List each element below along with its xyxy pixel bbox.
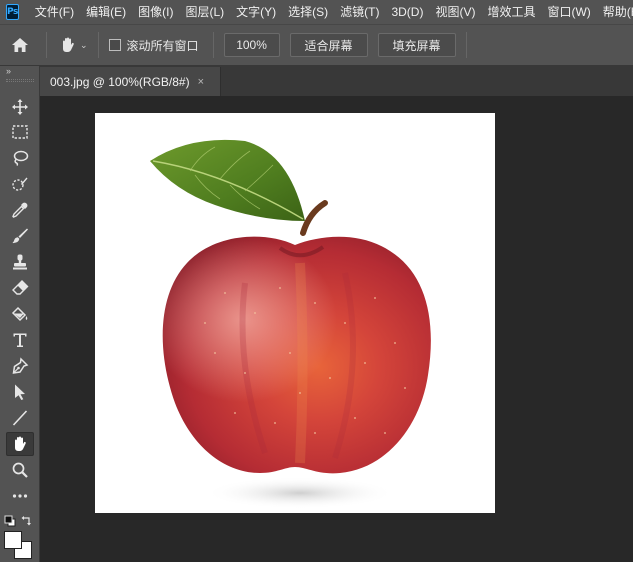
zoom-100-button[interactable]: 100% (223, 33, 280, 57)
rectangular-marquee-icon (12, 125, 28, 139)
home-icon (12, 38, 28, 52)
options-separator (465, 32, 467, 58)
move-tool[interactable] (6, 95, 34, 119)
text-tool[interactable] (6, 328, 34, 352)
path-selection-tool[interactable] (6, 380, 34, 404)
brush-tool[interactable] (6, 224, 34, 248)
menu-filter[interactable]: 滤镜(T) (334, 0, 385, 24)
menu-edit[interactable]: 编辑(E) (80, 0, 132, 24)
arrow-pointer-icon (15, 384, 25, 400)
menu-view[interactable]: 视图(V) (429, 0, 481, 24)
menu-file[interactable]: 文件(F) (29, 0, 80, 24)
checkbox-box[interactable] (108, 39, 121, 51)
panel-grip[interactable] (6, 79, 34, 82)
scroll-all-windows-label: 滚动所有窗口 (126, 38, 199, 53)
menu-help[interactable]: 帮助(H) (597, 0, 633, 24)
home-button[interactable] (0, 25, 40, 65)
menu-3d[interactable]: 3D(D) (385, 0, 429, 24)
more-icon (12, 494, 28, 498)
pen-tool[interactable] (6, 354, 34, 378)
eraser-icon (12, 280, 29, 295)
menu-layer[interactable]: 图层(L) (179, 0, 230, 24)
move-icon (12, 99, 28, 115)
tool-preset-picker[interactable]: ⌄ (53, 36, 92, 54)
menu-image[interactable]: 图像(I) (132, 0, 179, 24)
menu-bar: Ps 文件(F) 编辑(E) 图像(I) 图层(L) 文字(Y) 选择(S) 滤… (0, 0, 633, 24)
fill-screen-button[interactable]: 填充屏幕 (377, 33, 456, 57)
photoshop-logo-icon[interactable]: Ps (6, 4, 19, 20)
tools-panel: ›› (0, 66, 40, 562)
close-icon[interactable]: × (198, 76, 204, 88)
collapse-panel-icon[interactable]: ›› (6, 66, 11, 76)
document-tab-label: 003.jpg @ 100%(RGB/8#) (50, 74, 190, 89)
options-bar: ⌄ 滚动所有窗口 100% 适合屏幕 填充屏幕 (0, 24, 633, 66)
quick-selection-tool[interactable] (6, 172, 34, 196)
menu-type[interactable]: 文字(Y) (230, 0, 282, 24)
apple-image (150, 139, 431, 509)
magnifier-icon (12, 462, 28, 478)
menu-select[interactable]: 选择(S) (282, 0, 334, 24)
document-tab-bar: 003.jpg @ 100%(RGB/8#) × (40, 66, 633, 96)
hand-icon (15, 436, 26, 451)
default-colors-icon[interactable] (4, 515, 16, 527)
document-tab[interactable]: 003.jpg @ 100%(RGB/8#) × (40, 67, 221, 96)
options-separator (212, 32, 214, 58)
scroll-all-windows-checkbox[interactable]: 滚动所有窗口 (108, 37, 199, 54)
more-tools-button[interactable] (6, 484, 34, 508)
brush-icon (12, 228, 28, 244)
zoom-tool[interactable] (6, 458, 34, 482)
menu-window[interactable]: 窗口(W) (541, 0, 596, 24)
lasso-icon (13, 150, 29, 166)
hand-icon (63, 37, 74, 52)
marquee-tool[interactable] (6, 120, 34, 144)
pen-icon (12, 357, 29, 374)
hand-tool[interactable] (6, 432, 34, 456)
eyedropper-icon (12, 202, 28, 218)
options-separator (97, 32, 99, 58)
workspace[interactable] (40, 96, 633, 562)
lasso-tool[interactable] (6, 146, 34, 170)
options-separator (46, 32, 47, 58)
fit-screen-button[interactable]: 适合屏幕 (289, 33, 368, 57)
quick-selection-icon (12, 177, 28, 191)
foreground-color-swatch[interactable] (4, 531, 22, 549)
stamp-icon (13, 254, 27, 270)
chevron-down-icon: ⌄ (80, 39, 88, 50)
eraser-tool[interactable] (6, 276, 34, 300)
line-icon (12, 410, 28, 426)
eyedropper-tool[interactable] (6, 198, 34, 222)
line-tool[interactable] (6, 406, 34, 430)
menu-plugins[interactable]: 增效工具 (481, 0, 541, 24)
document-canvas[interactable] (95, 113, 495, 513)
clone-stamp-tool[interactable] (6, 250, 34, 274)
swap-colors-icon[interactable] (21, 514, 33, 526)
text-icon (13, 333, 27, 347)
paint-bucket-tool[interactable] (6, 302, 34, 326)
paint-bucket-icon (11, 306, 28, 322)
